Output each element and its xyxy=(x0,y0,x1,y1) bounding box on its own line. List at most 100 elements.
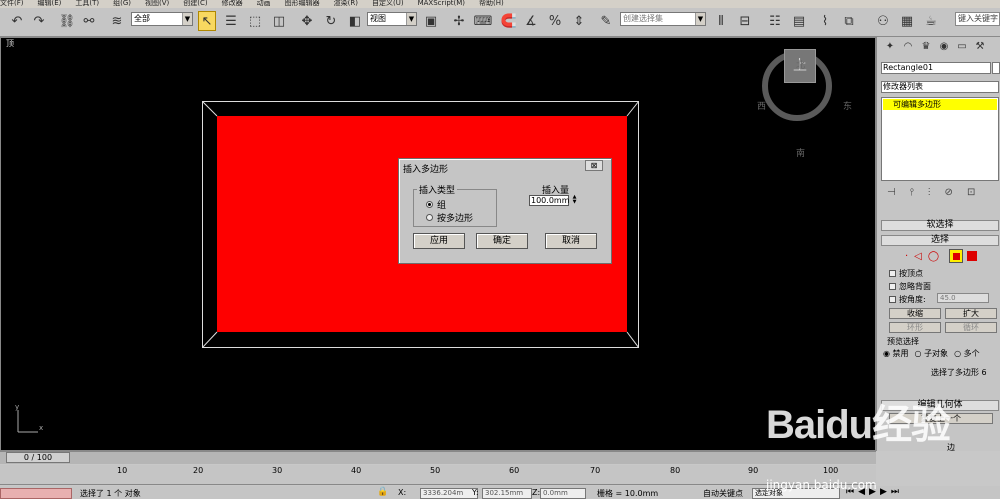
menu-animation[interactable]: 动画 xyxy=(257,0,271,7)
object-name-field[interactable]: Rectangle01 xyxy=(881,62,991,74)
scale-icon[interactable]: ◧ xyxy=(346,11,364,31)
by-angle-checkbox[interactable]: 按角度: xyxy=(889,294,926,305)
by-vertex-checkbox[interactable]: 按顶点 xyxy=(889,268,923,279)
close-icon[interactable]: ⊠ xyxy=(585,160,603,171)
compass-north[interactable]: 北 xyxy=(796,58,805,71)
loop-button[interactable]: 循环 xyxy=(945,322,997,333)
layer-manager-icon[interactable]: ☷ xyxy=(766,11,784,31)
menu-modifiers[interactable]: 修改器 xyxy=(222,0,243,7)
search-input[interactable]: 键入关键字 xyxy=(955,12,1000,26)
radio-dot-selected[interactable] xyxy=(426,201,433,208)
bind-spacewarp-icon[interactable]: ≋ xyxy=(108,11,126,31)
menu-graph-editors[interactable]: 图形编辑器 xyxy=(285,0,320,7)
render-setup-icon[interactable]: ▦ xyxy=(898,11,916,31)
stack-item-editable-poly[interactable]: 可编辑多边形 xyxy=(883,99,997,110)
apply-button[interactable]: 应用 xyxy=(413,233,465,249)
angle-snap-icon[interactable]: ∡ xyxy=(522,11,540,31)
ring-button[interactable]: 环形 xyxy=(889,322,941,333)
unlink-icon[interactable]: ⚯ xyxy=(80,11,98,31)
reference-coord-dropdown[interactable]: 视图 ▼ xyxy=(367,12,417,26)
checkbox[interactable] xyxy=(889,270,896,277)
keyboard-shortcut-icon[interactable]: ⌨ xyxy=(474,11,493,31)
radio-by-polygon[interactable]: 按多边形 xyxy=(426,211,473,224)
hierarchy-tab-icon[interactable]: ♛ xyxy=(919,41,933,55)
create-tab-icon[interactable]: ✦ xyxy=(883,41,897,55)
edit-named-selection-icon[interactable]: ✎ xyxy=(597,11,615,31)
select-manipulate-icon[interactable]: ✢ xyxy=(450,11,468,31)
grow-button[interactable]: 扩大 xyxy=(945,308,997,319)
preview-options[interactable]: ◉ 禁用 ○ 子对象 ○ 多个 xyxy=(883,348,980,359)
named-selection-dropdown[interactable]: 创建选择集 ▼ xyxy=(620,12,706,26)
compass-west[interactable]: 西 xyxy=(757,99,766,112)
cancel-button[interactable]: 取消 xyxy=(545,233,597,249)
compass-east[interactable]: 东 xyxy=(843,99,852,112)
percent-snap-icon[interactable]: % xyxy=(546,11,564,31)
rollout-soft-selection[interactable]: 软选择 xyxy=(881,220,999,231)
selection-info: 选择了多边形 6 xyxy=(931,368,987,377)
menu-tools[interactable]: 工具(T) xyxy=(75,0,99,7)
utilities-tab-icon[interactable]: ⚒ xyxy=(973,41,987,55)
radio-dot[interactable] xyxy=(426,214,433,221)
move-icon[interactable]: ✥ xyxy=(298,11,316,31)
time-slider[interactable] xyxy=(0,451,876,464)
menu-group[interactable]: 组(G) xyxy=(113,0,131,7)
spinner-arrows-icon[interactable]: ▲ ▼ xyxy=(571,195,578,206)
display-tab-icon[interactable]: ▭ xyxy=(955,41,969,55)
auto-key-label[interactable]: 自动关键点 xyxy=(703,488,743,499)
menu-customize[interactable]: 自定义(U) xyxy=(372,0,404,7)
graphite-tools-icon[interactable]: ▤ xyxy=(790,11,808,31)
z-coordinate-input[interactable]: 0.0mm xyxy=(540,488,586,499)
link-icon[interactable]: ⛓ xyxy=(58,11,76,31)
menu-rendering[interactable]: 渲染(R) xyxy=(334,0,358,7)
menu-file[interactable]: 文件(F) xyxy=(0,0,24,7)
compass-south[interactable]: 南 xyxy=(796,146,805,159)
viewport-label[interactable]: 顶 xyxy=(6,38,14,49)
stack-tools[interactable]: ⊣⫯⫶⊘⊡ xyxy=(887,187,997,199)
tick-label: 20 xyxy=(193,466,204,475)
schematic-view-icon[interactable]: ⧉ xyxy=(840,11,858,31)
rect-selection-icon[interactable]: ⬚ xyxy=(246,11,264,31)
modifier-list-dropdown[interactable]: 修改器列表 xyxy=(881,81,999,93)
maxscript-listener[interactable] xyxy=(0,488,72,499)
undo-icon[interactable]: ↶ xyxy=(8,11,26,31)
render-icon[interactable]: ☕ xyxy=(922,11,940,31)
tick-label: 10 xyxy=(117,466,128,475)
element-level-icon[interactable] xyxy=(967,251,977,261)
x-coordinate-input[interactable]: 3336.204m xyxy=(420,488,478,499)
snap-toggle-icon[interactable]: 🧲 xyxy=(500,11,518,31)
modify-tab-icon[interactable]: ◠ xyxy=(901,41,915,55)
time-slider-knob[interactable]: 0 / 100 xyxy=(6,452,70,463)
ignore-backfacing-checkbox[interactable]: 忽略背面 xyxy=(889,281,931,292)
shrink-button[interactable]: 收缩 xyxy=(889,308,941,319)
material-editor-icon[interactable]: ⚇ xyxy=(874,11,892,31)
checkbox[interactable] xyxy=(889,296,896,303)
rotate-icon[interactable]: ↻ xyxy=(322,11,340,31)
curve-editor-icon[interactable]: ⌇ xyxy=(816,11,834,31)
angle-input[interactable]: 45.0 xyxy=(937,293,989,303)
pivot-center-icon[interactable]: ▣ xyxy=(422,11,440,31)
checkbox[interactable] xyxy=(889,283,896,290)
window-crossing-icon[interactable]: ◫ xyxy=(270,11,288,31)
inset-amount-input[interactable]: 100.0mm xyxy=(529,195,570,206)
spinner-snap-icon[interactable]: ⇕ xyxy=(570,11,588,31)
rollout-selection[interactable]: 选择 xyxy=(881,235,999,246)
subobject-level-icons[interactable]: ·◁◯ xyxy=(905,251,945,262)
object-color-swatch[interactable] xyxy=(992,62,1000,74)
ok-button[interactable]: 确定 xyxy=(476,233,528,249)
radio-group[interactable]: 组 xyxy=(426,198,446,211)
menu-views[interactable]: 视图(V) xyxy=(145,0,169,7)
redo-icon[interactable]: ↷ xyxy=(30,11,48,31)
menu-help[interactable]: 帮助(H) xyxy=(479,0,504,7)
mirror-icon[interactable]: ⫴ xyxy=(712,11,730,31)
motion-tab-icon[interactable]: ◉ xyxy=(937,41,951,55)
y-coordinate-input[interactable]: 302.15mm xyxy=(482,488,532,499)
polygon-level-icon[interactable] xyxy=(949,249,963,263)
lock-icon[interactable]: 🔒 xyxy=(377,487,388,497)
selection-filter-dropdown[interactable]: 全部 ▼ xyxy=(131,12,193,26)
align-icon[interactable]: ⊟ xyxy=(736,11,754,31)
menu-maxscript[interactable]: MAXScript(M) xyxy=(418,0,465,7)
menu-edit[interactable]: 编辑(E) xyxy=(38,0,62,7)
select-by-name-icon[interactable]: ☰ xyxy=(222,11,240,31)
menu-create[interactable]: 创建(C) xyxy=(183,0,207,7)
select-object-icon[interactable]: ↖ xyxy=(198,11,216,31)
